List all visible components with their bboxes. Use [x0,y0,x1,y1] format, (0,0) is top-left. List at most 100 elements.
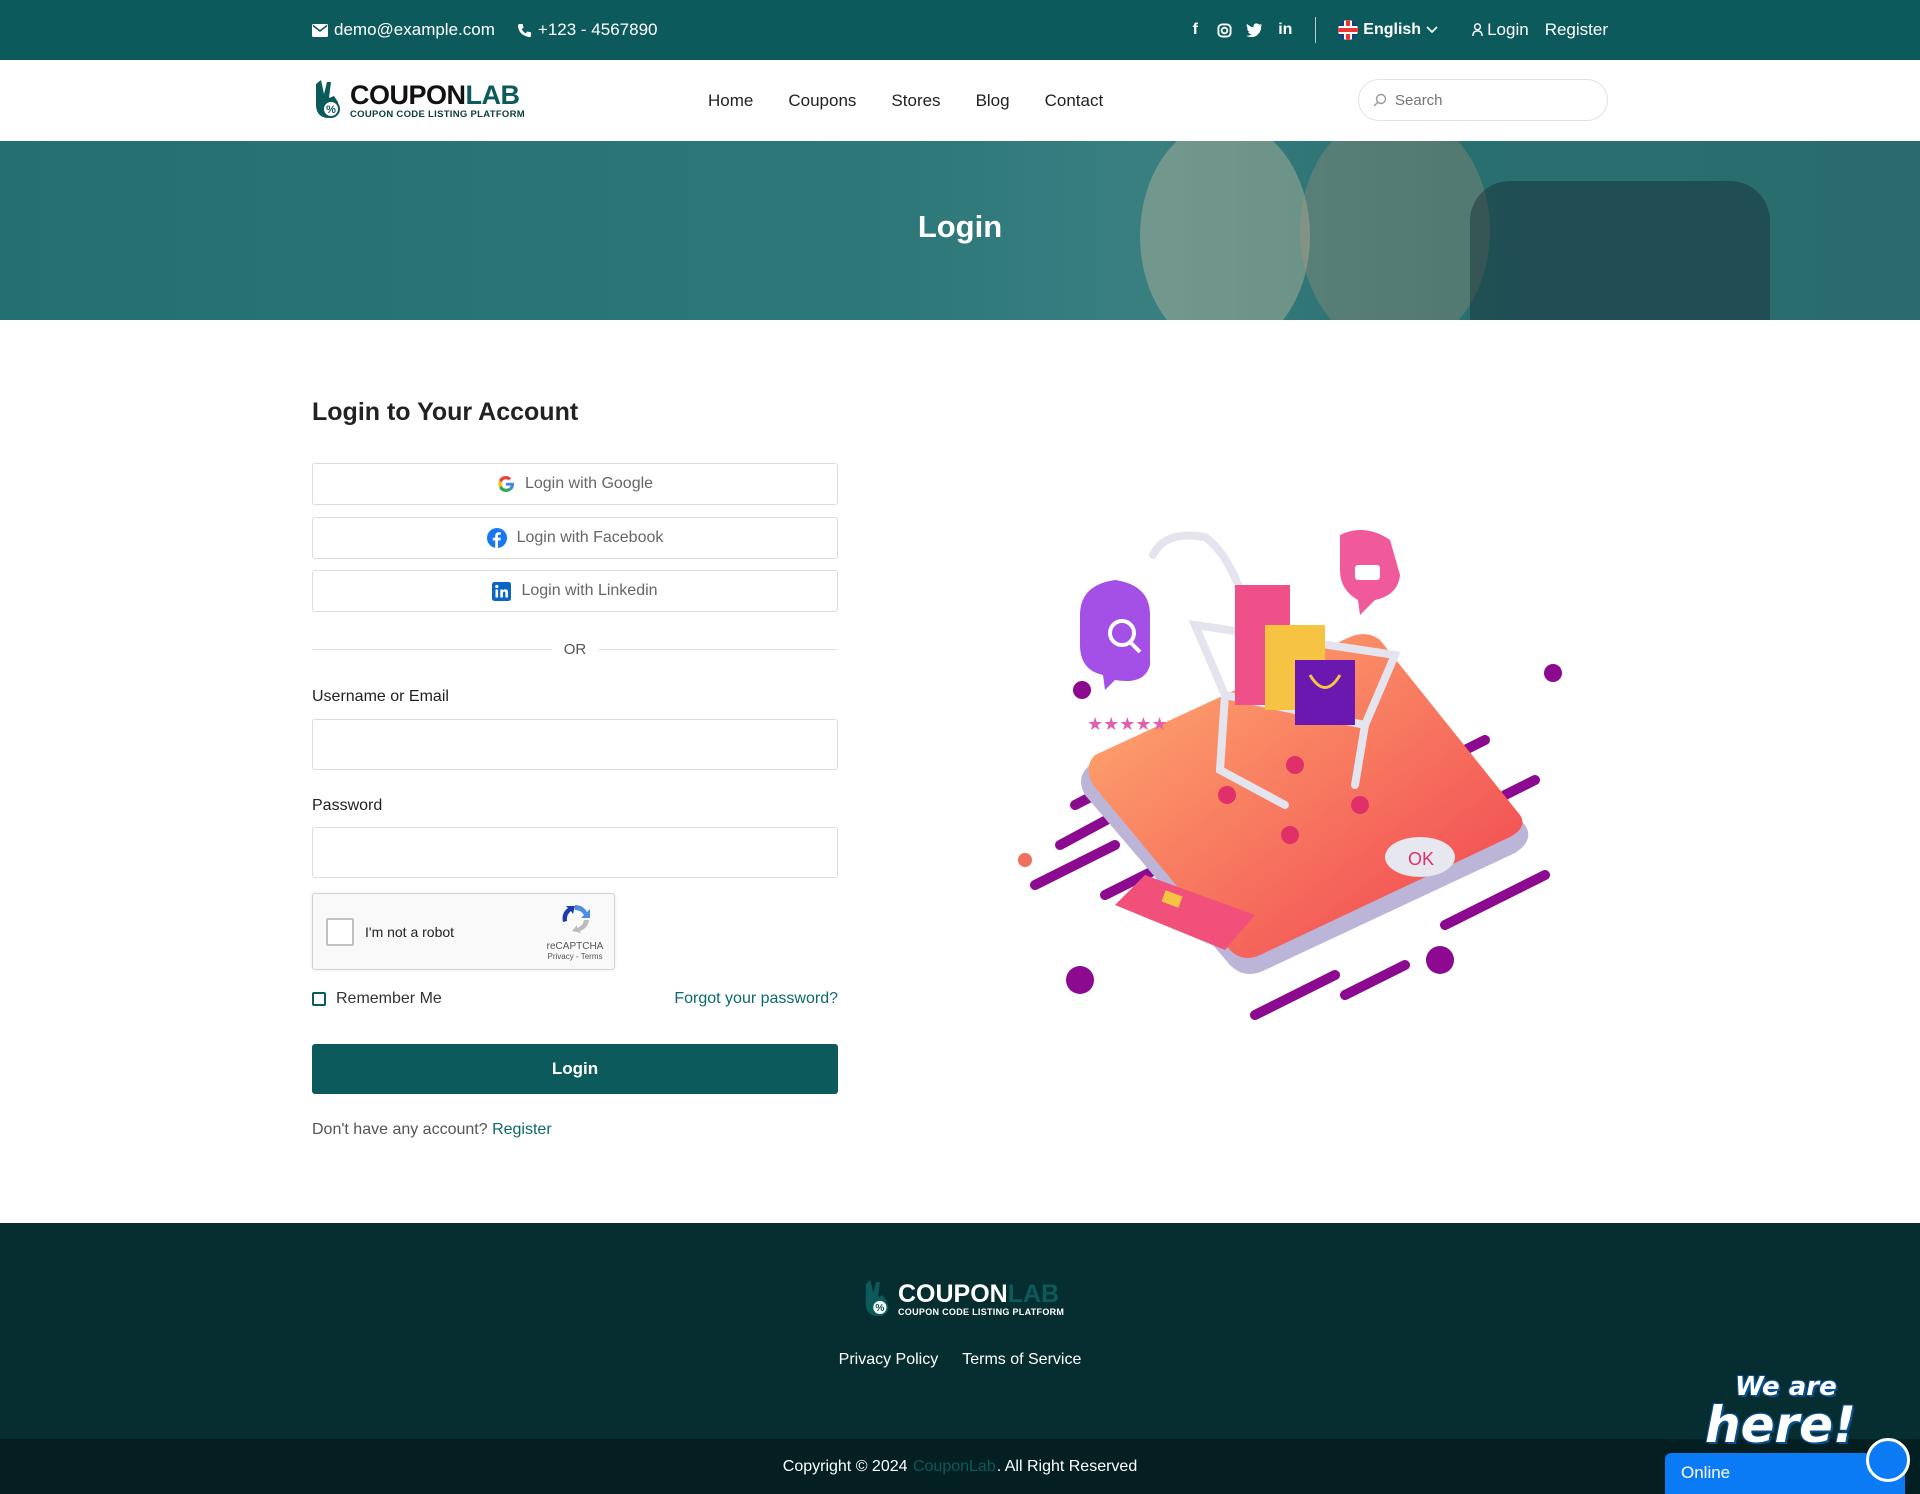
page-hero-banner: Login [0,141,1920,320]
password-input[interactable] [313,828,837,877]
google-icon [498,476,514,492]
top-bar: demo@example.com +123 - 4567890 f in Eng… [0,0,1920,60]
hero-background-photo-part [1470,181,1770,320]
chat-bubble-icon[interactable] [1866,1438,1910,1482]
footer-links: Privacy Policy Terms of Service [0,1351,1920,1369]
hand-percent-logo-icon: % [316,80,340,118]
no-account-row: Don't have any account? Register [312,1121,552,1139]
nav-item-contact[interactable]: Contact [1045,91,1104,111]
contact-info: demo@example.com +123 - 4567890 [312,0,657,60]
main-nav: Home Coupons Stores Blog Contact [708,60,1103,141]
recaptcha-checkbox[interactable] [326,918,354,946]
svg-text:%: % [875,1303,884,1314]
phone-contact[interactable]: +123 - 4567890 [517,20,658,40]
email-contact[interactable]: demo@example.com [312,20,495,40]
login-heading: Login to Your Account [312,398,579,426]
password-field-wrapper [312,827,838,878]
phone-text: +123 - 4567890 [537,20,658,39]
search-input[interactable] [1395,91,1595,109]
remember-me-label: Remember Me [336,990,442,1007]
twitter-icon[interactable] [1246,23,1263,37]
recaptcha-branding: reCAPTCHA Privacy - Terms [545,902,605,961]
no-account-text: Don't have any account? [312,1121,488,1138]
footer-brand-tagline: COUPON CODE LISTING PLATFORM [898,1307,1065,1317]
email-text: demo@example.com [334,20,495,39]
svg-text:OK: OK [1408,849,1434,869]
divider-line [312,648,552,650]
login-google-button[interactable]: Login with Google [312,463,838,505]
search-icon [1373,93,1387,107]
login-google-label: Login with Google [524,475,654,492]
copyright-suffix: . All Right Reserved [996,1457,1138,1475]
password-label: Password [312,797,383,814]
copyright-brand-link[interactable]: CouponLab [913,1458,996,1476]
phone-icon [517,23,531,37]
envelope-icon [312,23,328,37]
nav-item-blog[interactable]: Blog [976,91,1010,111]
topbar-right: f in English Login Register [1187,0,1608,60]
linkedin-icon [492,581,512,601]
hand-percent-logo-icon: % [865,1280,889,1316]
or-divider: OR [312,638,838,660]
brand-name-part1: COUPON [350,79,466,110]
topbar-login-label: Login [1487,20,1529,39]
remember-me-checkbox[interactable] [312,992,326,1006]
topbar-divider [1315,17,1317,43]
username-label: Username or Email [312,688,449,705]
footer-logo[interactable]: % COUPONLAB COUPON CODE LISTING PLATFORM [862,1278,1064,1320]
footer-logo-text: COUPONLAB COUPON CODE LISTING PLATFORM [898,1281,1064,1317]
recaptcha-widget: I'm not a robot reCAPTCHA Privacy - Term… [312,893,615,970]
chat-badge[interactable]: We are here! [1705,1374,1856,1450]
forgot-password-link[interactable]: Forgot your password? [674,990,838,1008]
recaptcha-label: I'm not a robot [365,924,455,940]
site-footer [0,1223,1920,1439]
brand-name-part2: LAB [465,79,521,110]
login-linkedin-label: Login with Linkedin [521,582,658,599]
svg-text:★★★★★: ★★★★★ [1087,714,1168,734]
search-box[interactable] [1358,79,1608,121]
recaptcha-brand-text: reCAPTCHA [546,941,604,952]
nav-item-stores[interactable]: Stores [891,91,940,111]
topbar-register-label: Register [1544,20,1608,39]
topbar-register-link[interactable]: Register [1545,20,1608,40]
shopping-phone-illustration: ★★★★★ OK [1018,530,1562,1020]
language-selector[interactable]: English [1338,20,1438,40]
nav-item-home[interactable]: Home [708,91,753,111]
facebook-icon[interactable]: f [1187,21,1203,39]
social-links: f in [1187,21,1293,39]
uk-flag-icon [1338,20,1359,40]
privacy-policy-link[interactable]: Privacy Policy [839,1351,939,1369]
remember-me[interactable]: Remember Me [312,990,442,1008]
username-field-wrapper [312,719,838,770]
chevron-down-icon [1426,26,1438,34]
login-submit-button[interactable]: Login [312,1044,838,1094]
svg-text:%: % [326,104,336,116]
instagram-icon[interactable] [1217,22,1232,38]
divider-line [598,648,838,650]
register-link[interactable]: Register [492,1121,552,1138]
topbar-login-link[interactable]: Login [1472,20,1529,40]
brand-tagline: COUPON CODE LISTING PLATFORM [350,108,525,120]
nav-item-coupons[interactable]: Coupons [788,91,856,111]
footer-brand-part1: COUPON [898,1280,1008,1308]
recaptcha-logo-icon [562,905,590,933]
facebook-icon [486,528,507,548]
language-label: English [1363,21,1422,38]
chat-badge-line2: here! [1705,1396,1856,1454]
copyright-bar: Copyright © 2024 CouponLab. All Right Re… [0,1439,1920,1494]
user-icon [1472,23,1483,36]
copyright-prefix: Copyright © 2024 [782,1457,908,1475]
site-logo[interactable]: % COUPONLAB COUPON CODE LISTING PLATFORM [312,78,525,122]
login-facebook-button[interactable]: Login with Facebook [312,517,838,559]
or-text: OR [563,640,587,658]
page-title: Login [917,209,1003,244]
terms-of-service-link[interactable]: Terms of Service [962,1351,1081,1369]
linkedin-icon[interactable]: in [1277,21,1293,39]
recaptcha-links[interactable]: Privacy - Terms [545,952,605,961]
login-facebook-label: Login with Facebook [516,529,664,546]
login-linkedin-button[interactable]: Login with Linkedin [312,570,838,612]
footer-brand-part2: LAB [1007,1280,1060,1308]
username-input[interactable] [313,720,837,769]
main-navbar: % COUPONLAB COUPON CODE LISTING PLATFORM… [0,60,1920,141]
logo-text: COUPONLAB COUPON CODE LISTING PLATFORM [350,81,525,120]
